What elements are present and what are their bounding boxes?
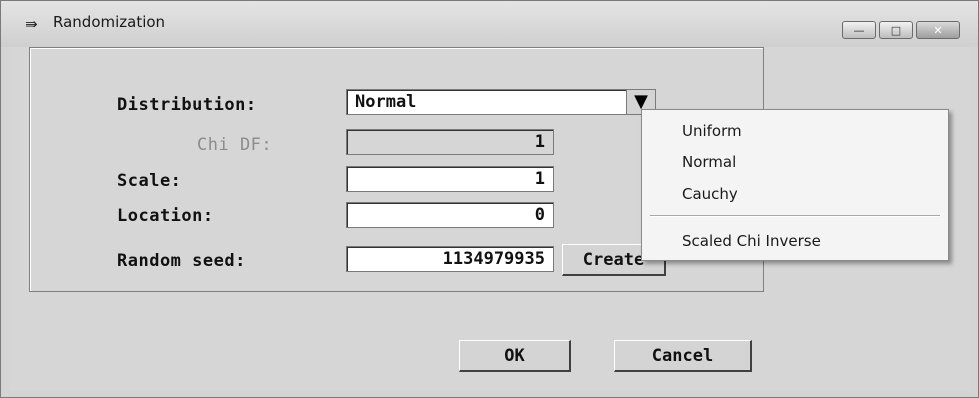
scale-field[interactable]: 1: [346, 166, 554, 192]
title-bar[interactable]: ⇛ Randomization — □ ✕: [1, 1, 978, 47]
random-seed-field[interactable]: 1134979935: [346, 246, 554, 272]
menu-item-scaled-chi-inverse[interactable]: Scaled Chi Inverse: [682, 230, 821, 252]
app-arrow-icon: ⇛: [25, 15, 38, 33]
menu-separator: [650, 215, 940, 217]
window-title: Randomization: [53, 13, 166, 31]
window-controls: — □ ✕: [842, 21, 960, 39]
chi-df-label: Chi DF:: [197, 135, 273, 155]
maximize-button[interactable]: □: [879, 21, 913, 39]
location-field[interactable]: 0: [346, 202, 554, 228]
distribution-label: Distribution:: [117, 95, 257, 115]
location-label: Location:: [117, 206, 214, 226]
chi-df-field: 1: [346, 129, 554, 155]
menu-item-cauchy[interactable]: Cauchy: [682, 183, 738, 205]
ok-button[interactable]: OK: [459, 340, 571, 372]
menu-item-uniform[interactable]: Uniform: [682, 120, 742, 142]
scale-label: Scale:: [117, 171, 182, 191]
distribution-dropdown-menu: Uniform Normal Cauchy Scaled Chi Inverse: [641, 109, 949, 261]
randomization-dialog: ⇛ Randomization — □ ✕ Distribution: Norm…: [0, 0, 979, 398]
close-button[interactable]: ✕: [916, 21, 960, 39]
random-seed-label: Random seed:: [117, 251, 246, 271]
distribution-select[interactable]: Normal: [346, 89, 628, 115]
cancel-button[interactable]: Cancel: [614, 340, 752, 372]
menu-item-normal[interactable]: Normal: [682, 151, 736, 173]
minimize-button[interactable]: —: [842, 21, 876, 39]
